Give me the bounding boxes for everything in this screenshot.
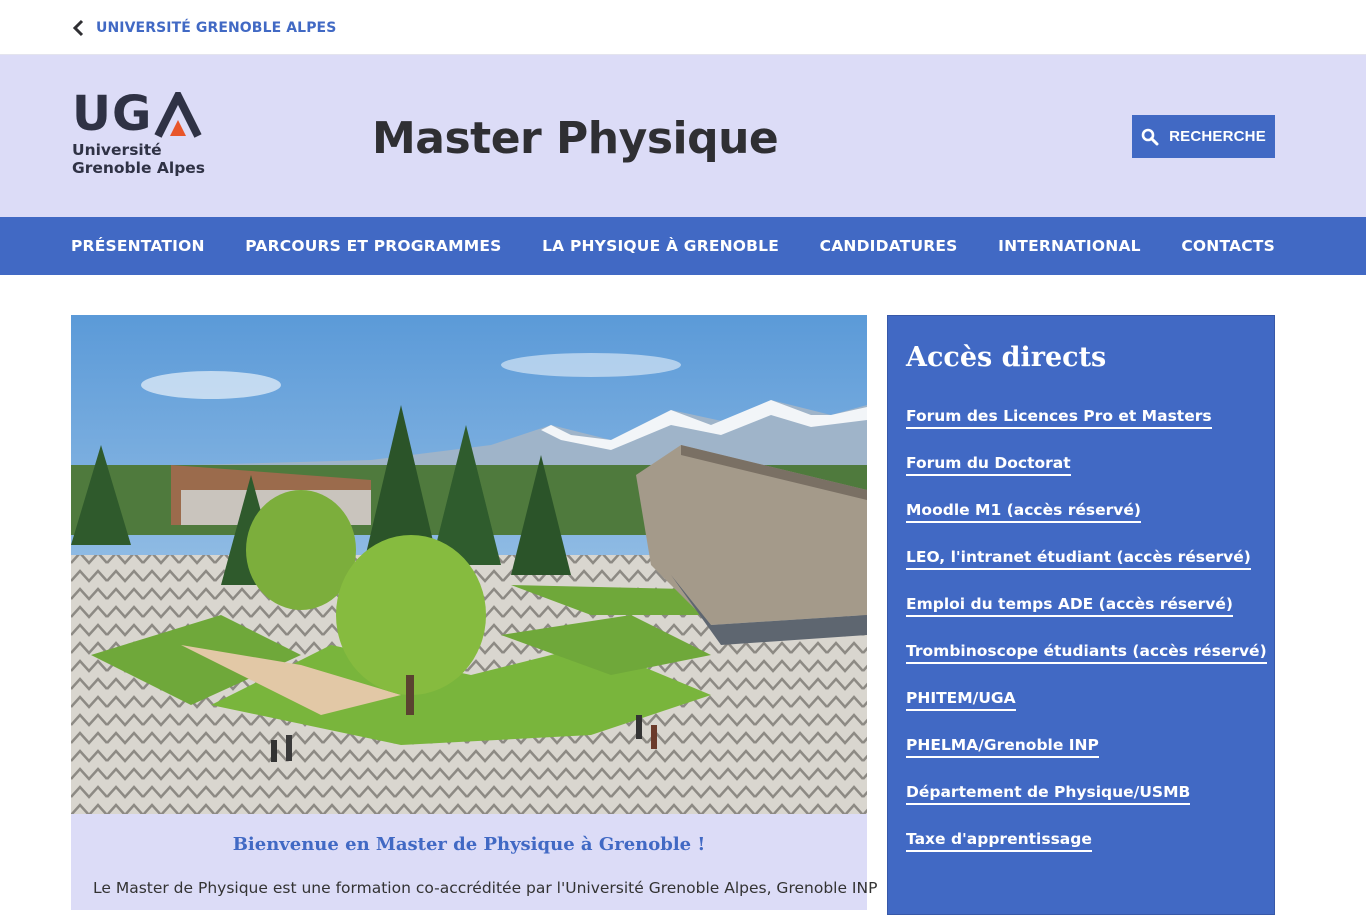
main-nav: PRÉSENTATION PARCOURS ET PROGRAMMES LA P…	[0, 217, 1366, 275]
nav-item-parcours[interactable]: PARCOURS ET PROGRAMMES	[245, 237, 501, 255]
logo-a-mark	[154, 92, 202, 138]
direct-access-title: Accès directs	[906, 342, 1107, 373]
list-item: Taxe d'apprentissage	[906, 829, 1267, 876]
link-forum-licences[interactable]: Forum des Licences Pro et Masters	[906, 407, 1212, 429]
search-icon	[1141, 128, 1159, 145]
list-item: LEO, l'intranet étudiant (accès réservé)	[906, 547, 1267, 594]
list-item: Moodle M1 (accès réservé)	[906, 500, 1267, 547]
list-item: Forum des Licences Pro et Masters	[906, 406, 1267, 453]
list-item: Département de Physique/USMB	[906, 782, 1267, 829]
logo-line-2: Grenoble Alpes	[72, 159, 206, 177]
welcome-title: Bienvenue en Master de Physique à Grenob…	[232, 834, 706, 855]
link-phelma[interactable]: PHELMA/Grenoble INP	[906, 736, 1099, 758]
list-item: Trombinoscope étudiants (accès réservé)	[906, 641, 1267, 688]
back-link-label: UNIVERSITÉ GRENOBLE ALPES	[96, 20, 337, 36]
logo-line-1: Université	[72, 141, 162, 159]
welcome-section: Bienvenue en Master de Physique à Grenob…	[71, 814, 878, 910]
site-title: Master Physique	[372, 113, 779, 164]
chevron-left-icon	[72, 19, 84, 37]
uga-logo[interactable]: UG Université Grenoble Alpes	[72, 90, 222, 182]
nav-item-presentation[interactable]: PRÉSENTATION	[71, 237, 205, 255]
link-departement-usmb[interactable]: Département de Physique/USMB	[906, 783, 1191, 805]
back-to-uga-link[interactable]: UNIVERSITÉ GRENOBLE ALPES	[72, 19, 336, 37]
nav-item-international[interactable]: INTERNATIONAL	[998, 237, 1141, 255]
welcome-text: Le Master de Physique est une formation …	[93, 879, 878, 897]
list-item: PHELMA/Grenoble INP	[906, 735, 1267, 782]
top-bar: UNIVERSITÉ GRENOBLE ALPES	[0, 0, 1366, 55]
link-taxe-apprentissage[interactable]: Taxe d'apprentissage	[906, 830, 1092, 852]
link-moodle-m1[interactable]: Moodle M1 (accès réservé)	[906, 501, 1141, 523]
link-leo-intranet[interactable]: LEO, l'intranet étudiant (accès réservé)	[906, 548, 1251, 570]
campus-hero-image	[71, 315, 867, 814]
list-item: Forum du Doctorat	[906, 453, 1267, 500]
list-item: PHITEM/UGA	[906, 688, 1267, 735]
nav-item-contacts[interactable]: CONTACTS	[1181, 237, 1275, 255]
site-header: UG Université Grenoble Alpes Master Phys…	[0, 55, 1366, 217]
campus-photo	[71, 315, 867, 814]
nav-item-physique-grenoble[interactable]: LA PHYSIQUE À GRENOBLE	[542, 237, 779, 255]
search-button[interactable]: RECHERCHE	[1132, 115, 1275, 158]
direct-access-panel: Accès directs Forum des Licences Pro et …	[887, 315, 1275, 915]
link-trombinoscope[interactable]: Trombinoscope étudiants (accès réservé)	[906, 642, 1267, 664]
logo-letters: UG	[72, 86, 153, 142]
list-item: Emploi du temps ADE (accès réservé)	[906, 594, 1267, 641]
link-emploi-du-temps[interactable]: Emploi du temps ADE (accès réservé)	[906, 595, 1233, 617]
link-phitem[interactable]: PHITEM/UGA	[906, 689, 1016, 711]
search-button-label: RECHERCHE	[1169, 128, 1266, 145]
nav-item-candidatures[interactable]: CANDIDATURES	[820, 237, 958, 255]
link-forum-doctorat[interactable]: Forum du Doctorat	[906, 454, 1071, 476]
